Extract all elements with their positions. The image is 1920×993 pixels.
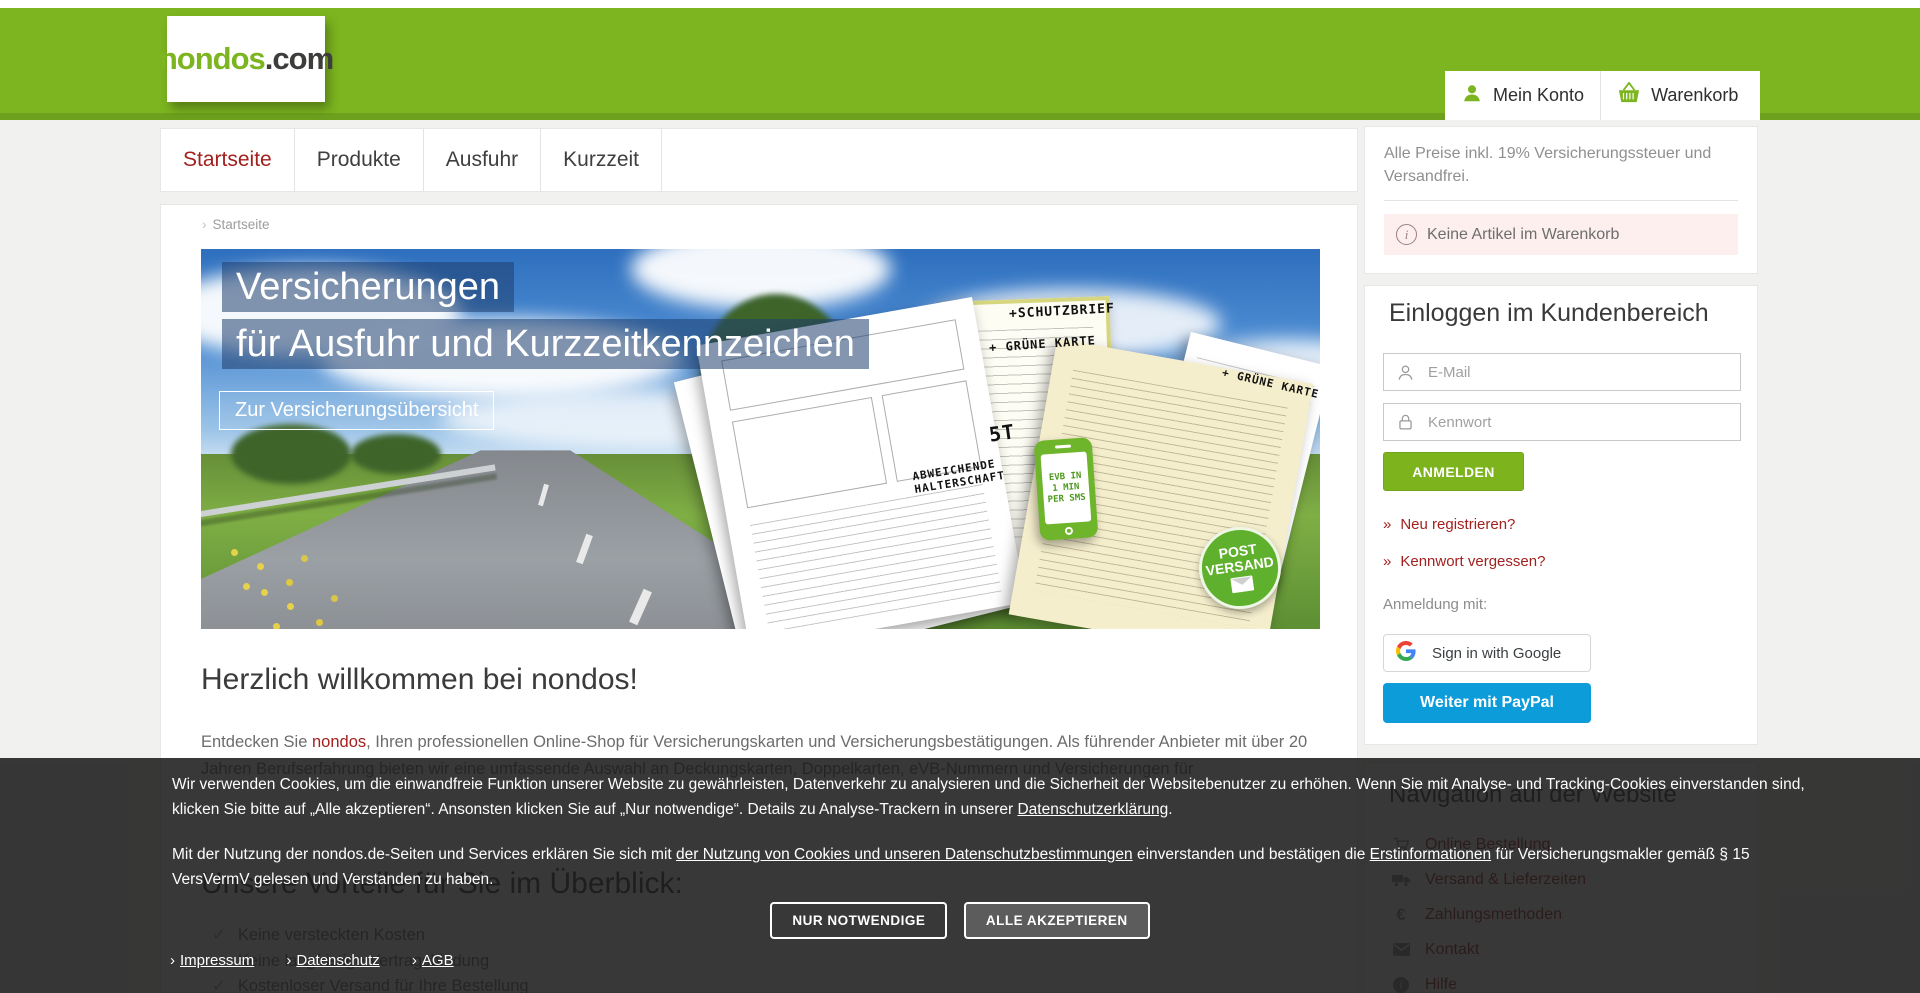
basket-icon — [1617, 82, 1641, 109]
accept-all-button[interactable]: ALLE AKZEPTIEREN — [964, 902, 1150, 939]
welcome-heading: Herzlich willkommen bei nondos! — [201, 663, 638, 697]
chevron-icon: › — [286, 952, 291, 969]
password-input[interactable] — [1426, 413, 1740, 432]
tax-note: Alle Preise inkl. 19% Versicherungssteue… — [1384, 142, 1738, 188]
forgot-password-label: Kennwort vergessen? — [1400, 553, 1545, 570]
tab-kurzzeit[interactable]: Kurzzeit — [541, 129, 662, 191]
tab-startseite[interactable]: Startseite — [161, 129, 295, 191]
tab-produkte-label: Produkte — [317, 148, 401, 172]
welcome-text-before: Entdecken Sie — [201, 733, 312, 751]
evb-label-line3: PER SMS — [1047, 492, 1086, 505]
tree — [351, 434, 441, 474]
login-with-label: Anmeldung mit: — [1383, 596, 1487, 613]
logo-text-green: nondos — [159, 41, 265, 76]
paypal-button[interactable]: Weiter mit PayPal — [1383, 683, 1591, 723]
login-card: Einloggen im Kundenbereich ANMELDEN » Neu… — [1364, 285, 1758, 745]
datenschutzerklaerung-link[interactable]: Datenschutzerklärung — [1017, 801, 1168, 818]
email-field-wrapper — [1383, 353, 1741, 391]
badge-versand-label: VERSAND — [1205, 554, 1275, 578]
user-icon — [1461, 82, 1483, 109]
logo-text: nondos.com — [159, 41, 333, 77]
chevron-icon: › — [170, 952, 175, 969]
my-account-button[interactable]: Mein Konto — [1445, 71, 1600, 120]
document-text-lines — [751, 484, 1001, 629]
tab-ausfuhr[interactable]: Ausfuhr — [424, 129, 541, 191]
tab-ausfuhr-label: Ausfuhr — [446, 148, 518, 172]
info-icon: i — [1396, 224, 1417, 245]
tab-startseite-label: Startseite — [183, 148, 272, 172]
breadcrumb-startseite[interactable]: Startseite — [213, 217, 270, 232]
main-navigation: Startseite Produkte Ausfuhr Kurzzeit — [160, 128, 1358, 192]
forgot-password-link[interactable]: » Kennwort vergessen? — [1383, 553, 1545, 570]
evb-label-line2: 1 MIN — [1052, 482, 1080, 494]
logo-text-dark: .com — [265, 41, 333, 76]
account-bar: Mein Konto Warenkorb — [1445, 71, 1760, 120]
tree — [231, 424, 351, 484]
footer-links: › Impressum › Datenschutz › AGB — [170, 952, 482, 969]
phone-screen: EVB IN 1 MIN PER SMS — [1041, 451, 1092, 524]
my-account-label: Mein Konto — [1493, 85, 1584, 106]
hero-title-line2: für Ausfuhr und Kurzzeitkennzeichen — [222, 319, 869, 369]
password-field-wrapper — [1383, 403, 1741, 441]
divider — [1384, 200, 1738, 201]
phone-graphic: EVB IN 1 MIN PER SMS — [1034, 437, 1099, 541]
cookie-text: einverstanden und bestätigen die — [1133, 846, 1370, 863]
cookie-consent-banner: Wir verwenden Cookies, um die einwandfre… — [0, 758, 1920, 993]
nondos-link[interactable]: nondos — [312, 733, 366, 751]
top-white-strip — [0, 0, 1920, 8]
cart-empty-notice: i Keine Artikel im Warenkorb — [1384, 214, 1738, 255]
user-outline-icon — [1384, 363, 1426, 382]
envelope-icon — [1230, 575, 1254, 593]
cookie-text: Mit der Nutzung der nondos.de-Seiten und… — [172, 846, 676, 863]
login-submit-button[interactable]: ANMELDEN — [1383, 452, 1524, 491]
cookie-text: . — [1168, 801, 1172, 818]
insurance-overview-button[interactable]: Zur Versicherungsübersicht — [219, 391, 494, 430]
only-necessary-button[interactable]: NUR NOTWENDIGE — [770, 902, 947, 939]
google-signin-button[interactable]: Sign in with Google — [1383, 634, 1591, 672]
flowers — [261, 589, 268, 596]
register-link[interactable]: » Neu registrieren? — [1383, 516, 1515, 533]
agb-link[interactable]: AGB — [422, 952, 454, 969]
label-5t: 5T — [987, 419, 1016, 446]
google-signin-label: Sign in with Google — [1432, 645, 1561, 662]
cart-label: Warenkorb — [1651, 85, 1738, 106]
impressum-link[interactable]: Impressum — [180, 952, 254, 969]
lock-icon — [1384, 413, 1426, 432]
phone-home-button — [1065, 527, 1074, 536]
login-heading: Einloggen im Kundenbereich — [1389, 299, 1709, 328]
cart-button[interactable]: Warenkorb — [1600, 71, 1754, 120]
cart-empty-label: Keine Artikel im Warenkorb — [1427, 226, 1619, 244]
email-input[interactable] — [1426, 363, 1740, 382]
form-grid — [732, 396, 887, 508]
erstinformationen-link[interactable]: Erstinformationen — [1370, 846, 1491, 863]
tab-produkte[interactable]: Produkte — [295, 129, 424, 191]
tab-kurzzeit-label: Kurzzeit — [563, 148, 639, 172]
breadcrumb: › Startseite — [202, 217, 270, 232]
cookie-paragraph-1: Wir verwenden Cookies, um die einwandfre… — [172, 772, 1822, 822]
breadcrumb-chevron-icon: › — [202, 217, 207, 232]
hero-title-line1: Versicherungen — [222, 262, 514, 312]
page: nondos.com Mein Konto Warenkorb Startsei… — [0, 0, 1920, 993]
double-arrow-icon: » — [1383, 553, 1391, 570]
cookie-buttons-row: NUR NOTWENDIGE ALLE AKZEPTIEREN — [0, 902, 1920, 939]
chevron-icon: › — [412, 952, 417, 969]
cookie-text: Wir verwenden Cookies, um die einwandfre… — [172, 776, 1805, 818]
cookies-datenschutz-link[interactable]: der Nutzung von Cookies und unseren Date… — [676, 846, 1133, 863]
datenschutz-link[interactable]: Datenschutz — [296, 952, 379, 969]
cookie-paragraph-2: Mit der Nutzung der nondos.de-Seiten und… — [172, 842, 1822, 892]
register-label: Neu registrieren? — [1400, 516, 1515, 533]
logo[interactable]: nondos.com — [167, 16, 325, 102]
price-info-card: Alle Preise inkl. 19% Versicherungssteue… — [1364, 126, 1758, 274]
phone-speaker — [1055, 445, 1071, 449]
google-logo-icon — [1396, 641, 1416, 665]
hero-banner: +SCHUTZBRIEF + GRÜNE KARTE + GRÜNE KARTE… — [201, 249, 1320, 629]
double-arrow-icon: » — [1383, 516, 1391, 533]
flowers — [231, 549, 238, 556]
